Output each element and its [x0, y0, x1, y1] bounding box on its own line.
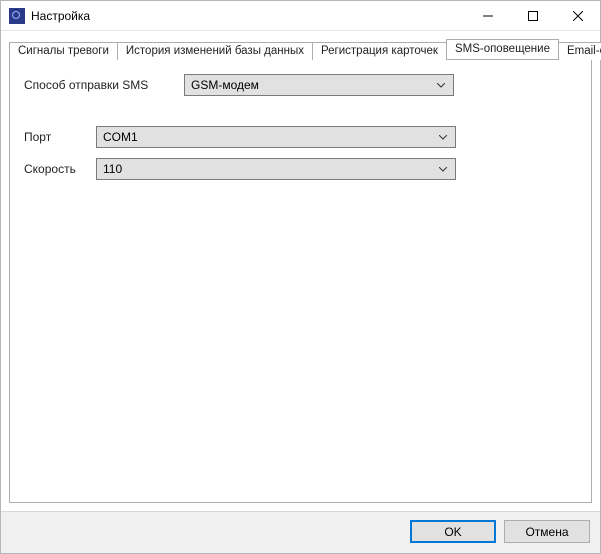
combo-port[interactable]: COM1 — [96, 126, 456, 148]
row-port: Порт COM1 — [24, 126, 577, 148]
close-button[interactable] — [555, 1, 600, 30]
maximize-button[interactable] — [510, 1, 555, 30]
combo-speed-value: 110 — [103, 162, 435, 176]
settings-window: Настройка Сигналы тревоги История измене… — [0, 0, 601, 554]
tab-email-notify[interactable]: Email-о — [558, 42, 601, 60]
row-speed: Скорость 110 — [24, 158, 577, 180]
dialog-body: Сигналы тревоги История изменений базы д… — [1, 31, 600, 511]
combo-speed[interactable]: 110 — [96, 158, 456, 180]
label-send-method: Способ отправки SMS — [24, 78, 184, 92]
label-speed: Скорость — [24, 162, 96, 176]
tab-panel-sms: Способ отправки SMS GSM-модем Порт COM1 — [9, 59, 592, 503]
tab-sms-notify[interactable]: SMS-оповещение — [446, 39, 559, 59]
tab-db-history[interactable]: История изменений базы данных — [117, 42, 313, 60]
title-bar: Настройка — [1, 1, 600, 31]
label-port: Порт — [24, 130, 96, 144]
chevron-down-icon — [435, 127, 451, 147]
tab-bar: Сигналы тревоги История изменений базы д… — [9, 37, 592, 59]
cancel-button[interactable]: Отмена — [504, 520, 590, 543]
app-icon — [9, 8, 25, 24]
close-icon — [573, 11, 583, 21]
minimize-icon — [483, 11, 493, 21]
combo-send-method[interactable]: GSM-модем — [184, 74, 454, 96]
maximize-icon — [528, 11, 538, 21]
combo-port-value: COM1 — [103, 130, 435, 144]
combo-send-method-value: GSM-модем — [191, 78, 433, 92]
tab-alarms[interactable]: Сигналы тревоги — [9, 42, 118, 60]
row-send-method: Способ отправки SMS GSM-модем — [24, 74, 577, 96]
ok-button[interactable]: OK — [410, 520, 496, 543]
chevron-down-icon — [433, 75, 449, 95]
chevron-down-icon — [435, 159, 451, 179]
tab-card-registration[interactable]: Регистрация карточек — [312, 42, 447, 60]
window-title: Настройка — [31, 9, 90, 23]
dialog-footer: OK Отмена — [1, 511, 600, 553]
minimize-button[interactable] — [465, 1, 510, 30]
